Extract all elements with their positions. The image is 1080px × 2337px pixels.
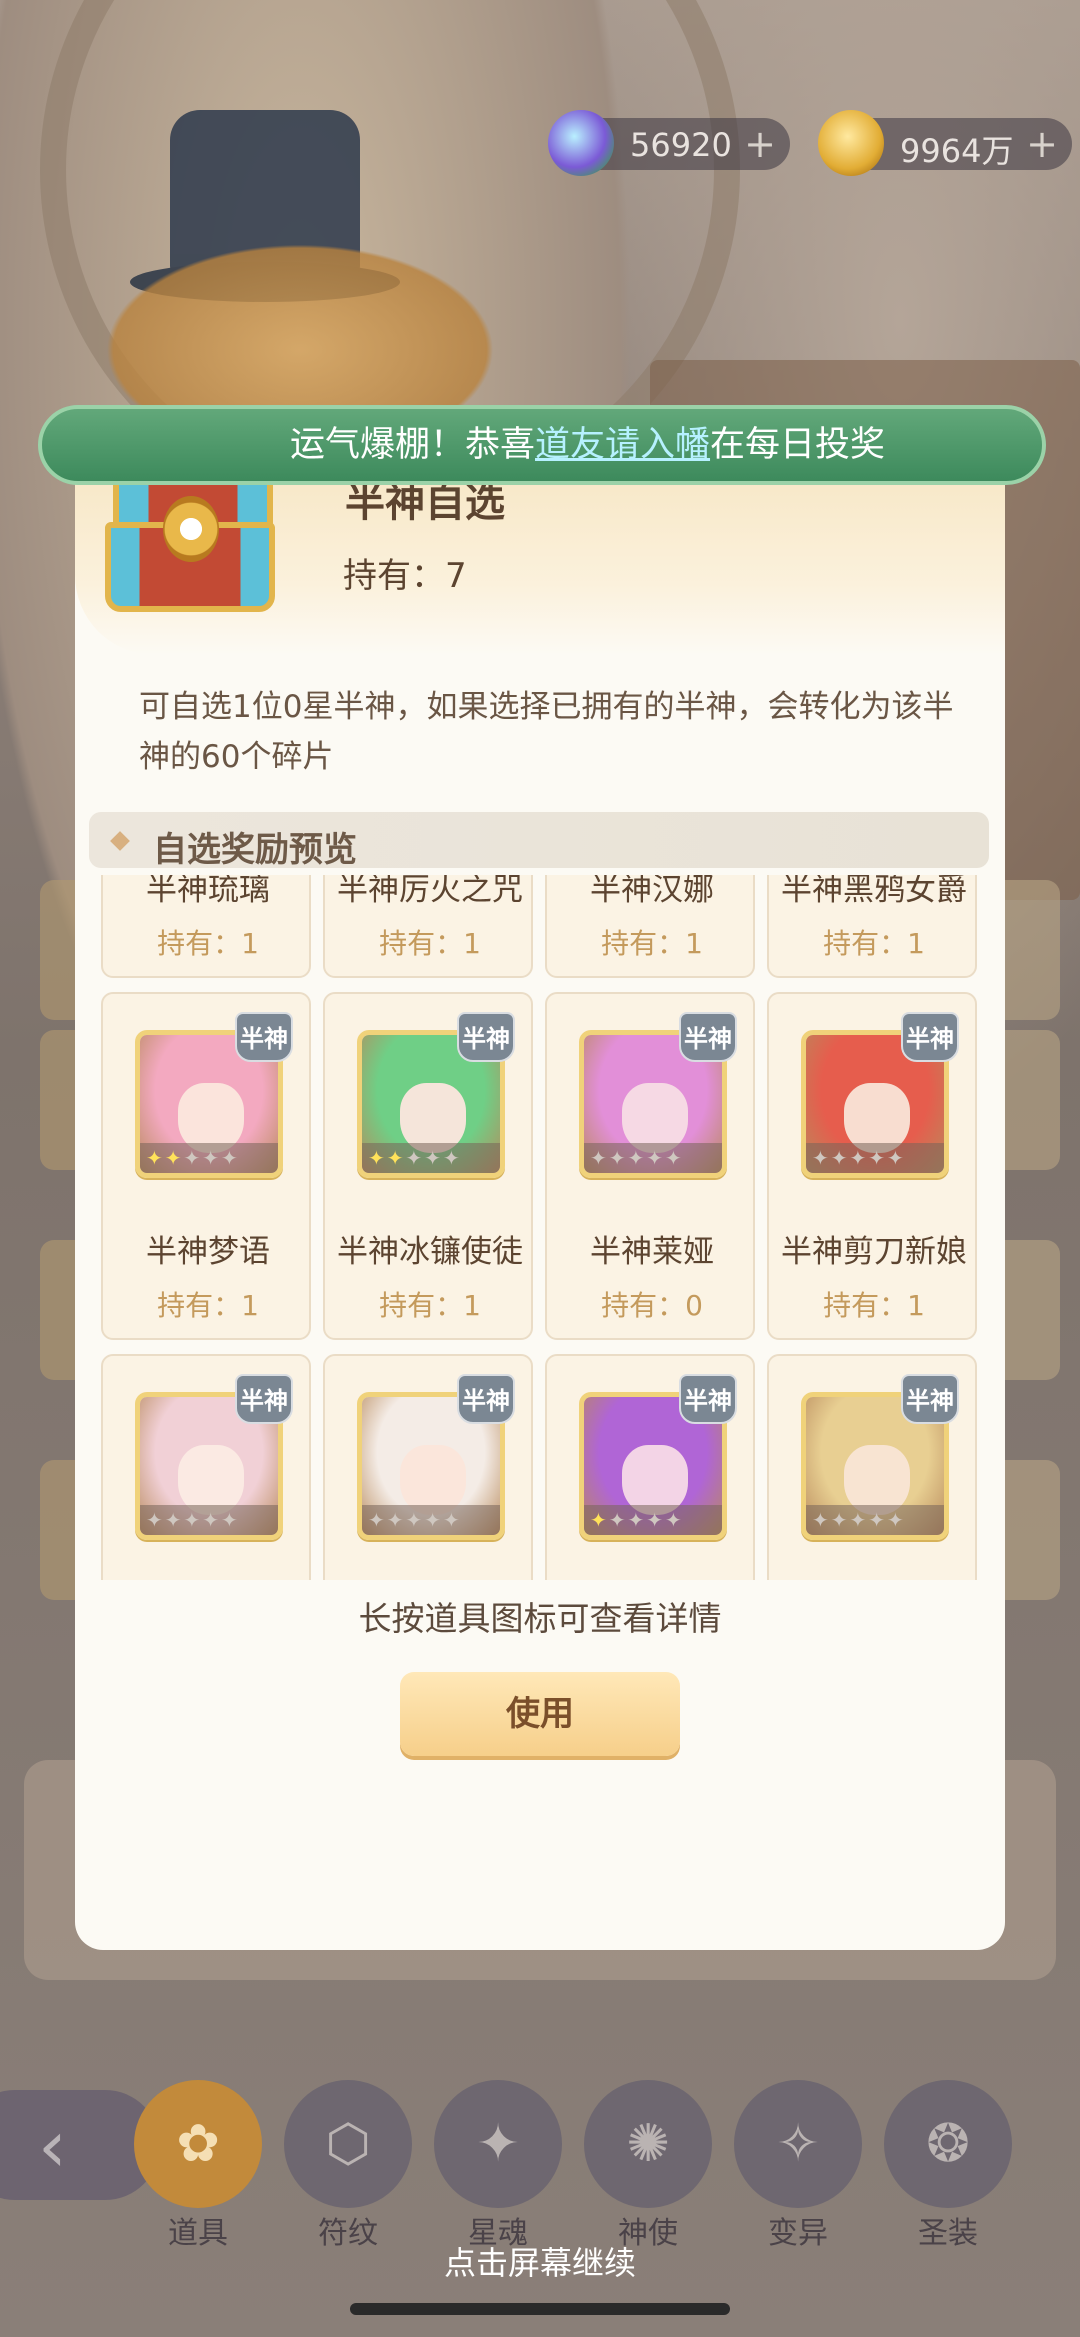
star-rating: ✦✦✦✦✦ <box>140 1505 278 1535</box>
rune-icon: ⬡ <box>284 2080 412 2208</box>
back-arrow-icon: ‹ <box>38 2104 67 2188</box>
crystal-icon <box>548 110 614 176</box>
character-owned-count: 持有：1 <box>823 1289 925 1322</box>
emblem-icon: ✺ <box>584 2080 712 2208</box>
add-gold-button[interactable]: + <box>1026 122 1058 166</box>
character-owned-count: 持有：0 <box>601 1289 703 1322</box>
demigod-badge: 半神 <box>235 1374 293 1424</box>
reward-card[interactable]: ✦✦✦✦✦半神半神琉璃持有：1 <box>101 875 311 978</box>
star-rating: ✦✦✦✦✦ <box>584 1505 722 1535</box>
banner-player-link[interactable]: 道友请入幡 <box>535 425 710 465</box>
demigod-badge: 半神 <box>235 1012 293 1062</box>
reward-card[interactable]: ✦✦✦✦✦半神半神光枪守卫持有：1 <box>767 1354 977 1580</box>
character-owned-count: 持有：1 <box>823 927 925 960</box>
nav-item-relic[interactable]: ❂ 圣装 <box>884 2080 1012 2251</box>
reward-card[interactable]: ✦✦✦✦✦ 半神半神梦语持有：1 <box>101 992 311 1340</box>
nav-item-rune[interactable]: ⬡ 符纹 <box>284 2080 412 2251</box>
reward-grid-viewport[interactable]: ✦✦✦✦✦半神半神琉璃持有：1✦✦✦✦✦半神半神厉火之咒持有：1✦✦✦✦✦半神半… <box>101 875 981 1580</box>
demigod-badge: 半神 <box>679 1374 737 1424</box>
star-rating: ✦✦✦✦✦ <box>140 1143 278 1173</box>
star-rating: ✦✦✦✦✦ <box>806 1143 944 1173</box>
mascot-character <box>80 230 520 430</box>
bag-icon: ✿ <box>134 2080 262 2208</box>
diamond-bullet-icon <box>110 831 130 851</box>
nav-item-emblem[interactable]: ✺ 神使 <box>584 2080 712 2251</box>
long-press-hint: 长按道具图标可查看详情 <box>358 1599 722 1638</box>
character-name: 半神琉璃 <box>146 875 270 908</box>
home-indicator <box>350 2303 730 2315</box>
character-owned-count: 持有：1 <box>157 1289 259 1322</box>
add-crystal-button[interactable]: + <box>744 122 776 166</box>
reward-card[interactable]: ✦✦✦✦✦ 半神半神莱娅持有：0 <box>545 992 755 1340</box>
relic-icon: ❂ <box>884 2080 1012 2208</box>
character-owned-count: 持有：1 <box>601 927 703 960</box>
character-name: 半神黑鸦女爵 <box>781 875 967 908</box>
demigod-badge: 半神 <box>679 1012 737 1062</box>
demigod-badge: 半神 <box>901 1374 959 1424</box>
nav-item-mutation[interactable]: ✧ 变异 <box>734 2080 862 2251</box>
section-title: 自选奖励预览 <box>153 830 357 870</box>
nav-item-bag[interactable]: ✿ 道具 <box>134 2080 262 2251</box>
reward-card[interactable]: ✦✦✦✦✦ 半神半神剪刀新娘 持有：1 <box>767 992 977 1340</box>
character-owned-count: 持有：1 <box>157 927 259 960</box>
character-owned-count: 持有：1 <box>379 927 481 960</box>
demigod-badge: 半神 <box>457 1012 515 1062</box>
gold-amount: 9964万 <box>900 132 1014 170</box>
character-name: 半神冰镰使徒 <box>337 1234 523 1270</box>
item-description: 可自选1位0星半神，如果选择已拥有的半神，会转化为该半神的60个碎片 <box>139 689 954 775</box>
star-rating: ✦✦✦✦✦ <box>362 1505 500 1535</box>
demigod-badge: 半神 <box>901 1012 959 1062</box>
banner-suffix: 在每日投奖 <box>710 425 886 465</box>
character-owned-count: 持有：1 <box>379 1289 481 1322</box>
star-rating: ✦✦✦✦✦ <box>806 1505 944 1535</box>
reward-card[interactable]: ✦✦✦✦✦半神半神厉火之咒持有：1 <box>323 875 533 978</box>
reward-card[interactable]: ✦✦✦✦✦半神半神灵珑持有：1 <box>323 1354 533 1580</box>
star-rating: ✦✦✦✦✦ <box>362 1143 500 1173</box>
banner-prefix: 运气爆棚！恭喜 <box>290 425 536 465</box>
gold-currency[interactable]: 9964万 + <box>818 110 1072 176</box>
reward-preview-header: 自选奖励预览 <box>89 812 989 870</box>
lucky-notification-banner: 运气爆棚！恭喜道友请入幡在每日投奖 <box>38 405 1046 485</box>
reward-card[interactable]: ✦✦✦✦✦半神半神黑鸦女爵持有：1 <box>767 875 977 978</box>
mutation-icon: ✧ <box>734 2080 862 2208</box>
reward-card[interactable]: ✦✦✦✦✦半神半神汉娜持有：1 <box>545 875 755 978</box>
nav-item-star-card[interactable]: ✦ 星魂 <box>434 2080 562 2251</box>
reward-card[interactable]: ✦✦✦✦✦ 半神半神冰镰使徒 持有：1 <box>323 992 533 1340</box>
character-name: 半神梦语 <box>146 1234 270 1270</box>
character-name: 半神汉娜 <box>590 875 714 908</box>
crystal-currency[interactable]: 56920 + <box>548 110 790 176</box>
star-rating: ✦✦✦✦✦ <box>584 1143 722 1173</box>
character-name: 半神厉火之咒 <box>337 875 523 908</box>
item-owned-count: 持有：7 <box>343 556 467 596</box>
item-detail-modal: 半神自选 持有：7 可自选1位0星半神，如果选择已拥有的半神，会转化为该半神的6… <box>75 420 1005 1950</box>
reward-card[interactable]: ✦✦✦✦✦半神半神梦魅持有：1 <box>101 1354 311 1580</box>
tap-to-continue[interactable]: 点击屏幕继续 <box>0 2238 1080 2284</box>
gold-coin-icon <box>818 110 884 176</box>
star-card-icon: ✦ <box>434 2080 562 2208</box>
demigod-badge: 半神 <box>457 1374 515 1424</box>
crystal-amount: 56920 <box>630 126 732 164</box>
character-name: 半神剪刀新娘 <box>781 1234 967 1270</box>
character-name: 半神莱娅 <box>590 1234 714 1270</box>
reward-grid: ✦✦✦✦✦半神半神琉璃持有：1✦✦✦✦✦半神半神厉火之咒持有：1✦✦✦✦✦半神半… <box>101 875 981 1580</box>
use-button[interactable]: 使用 <box>400 1672 680 1756</box>
reward-card[interactable]: ✦✦✦✦✦半神半神焰舞持有：1 <box>545 1354 755 1580</box>
